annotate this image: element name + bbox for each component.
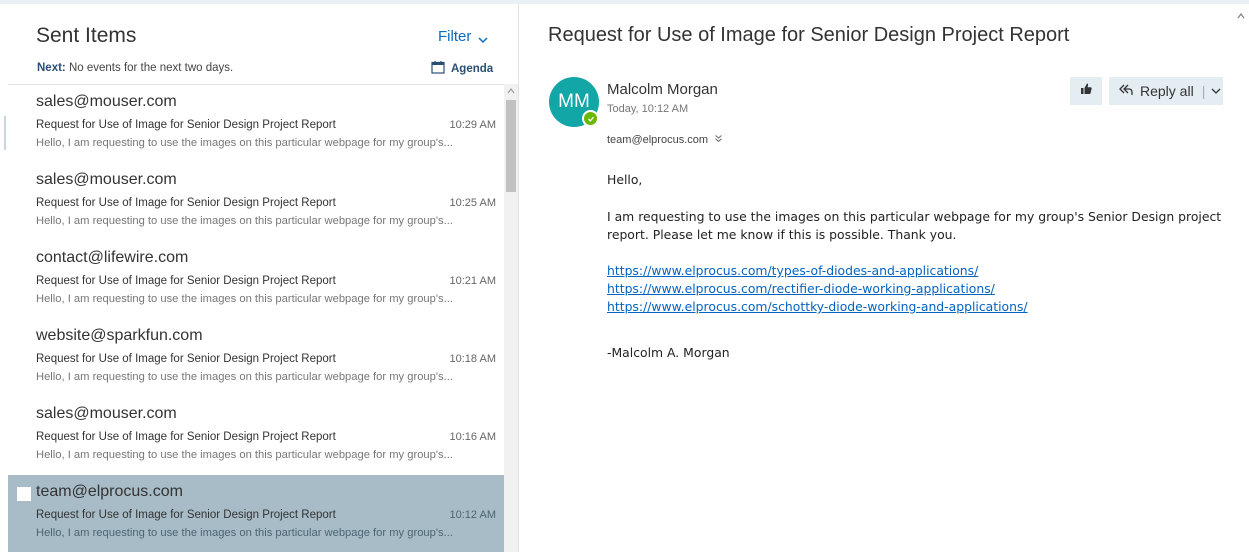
message-time: 10:12 AM (449, 509, 496, 521)
message-sender: website@sparkfun.com (36, 327, 203, 344)
message-signature: -Malcolm A. Morgan (607, 345, 730, 360)
message-sender: contact@lifewire.com (36, 249, 189, 266)
message-subject: Request for Use of Image for Senior Desi… (36, 197, 336, 209)
next-label: Next: (37, 62, 66, 74)
message-list: sales@mouser.com Request for Use of Imag… (8, 84, 504, 553)
scroll-up-icon[interactable] (1237, 6, 1245, 24)
message-link[interactable]: https://www.elprocus.com/schottky-diode-… (607, 298, 1028, 316)
reading-pane-scrollbar[interactable] (1235, 4, 1249, 552)
calendar-icon (431, 60, 451, 77)
message-time: 10:29 AM (449, 119, 496, 131)
message-preview: Hello, I am requesting to use the images… (36, 137, 453, 149)
message-list-item-selected[interactable]: team@elprocus.com Request for Use of Ima… (8, 475, 504, 552)
expand-recipients-icon[interactable] (714, 134, 723, 146)
message-preview: Hello, I am requesting to use the images… (36, 293, 453, 305)
message-preview: Hello, I am requesting to use the images… (36, 449, 453, 461)
message-list-item[interactable]: website@sparkfun.com Request for Use of … (8, 319, 504, 396)
sender-name[interactable]: Malcolm Morgan (607, 81, 718, 98)
filter-button[interactable]: Filter (438, 28, 488, 45)
message-subject: Request for Use of Image for Senior Desi… (36, 119, 336, 131)
reply-all-button[interactable]: Reply all | (1109, 77, 1223, 105)
message-subject: Request for Use of Image for Senior Desi… (36, 275, 336, 287)
message-list-item[interactable]: sales@mouser.com Request for Use of Imag… (8, 85, 504, 162)
message-time: 10:16 AM (449, 431, 496, 443)
reply-all-label: Reply all (1140, 83, 1194, 99)
message-sender: sales@mouser.com (36, 171, 177, 188)
message-sender: team@elprocus.com (36, 483, 183, 500)
scroll-up-icon[interactable] (504, 84, 518, 98)
message-subject: Request for Use of Image for Senior Desi… (36, 353, 336, 365)
message-link[interactable]: https://www.elprocus.com/rectifier-diode… (607, 280, 1028, 298)
like-button[interactable] (1070, 77, 1102, 105)
navigation-collapsed-strip (0, 4, 8, 552)
message-greeting: Hello, (607, 172, 643, 187)
chevron-down-icon (478, 32, 488, 43)
like-icon (1079, 82, 1093, 101)
message-list-header: Sent Items Filter Next: No events for th… (8, 4, 518, 84)
agenda-button[interactable]: Agenda (431, 60, 493, 77)
select-message-checkbox[interactable] (17, 487, 31, 501)
reading-pane: Request for Use of Image for Senior Desi… (519, 4, 1235, 552)
message-time: 10:21 AM (449, 275, 496, 287)
message-subject: Request for Use of Image for Senior Desi… (36, 431, 336, 443)
message-list-item[interactable]: sales@mouser.com Request for Use of Imag… (8, 163, 504, 240)
message-list-item[interactable]: contact@lifewire.com Request for Use of … (8, 241, 504, 318)
scrollbar-thumb[interactable] (506, 100, 516, 192)
recipient-line: team@elprocus.com (607, 134, 723, 146)
filter-label: Filter (438, 28, 472, 45)
message-list-pane: Sent Items Filter Next: No events for th… (8, 4, 519, 552)
reply-all-icon (1118, 83, 1134, 100)
message-time: 10:18 AM (449, 353, 496, 365)
message-paragraph: I am requesting to use the images on thi… (607, 209, 1222, 242)
message-list-item[interactable]: sales@mouser.com Request for Use of Imag… (8, 397, 504, 474)
message-link[interactable]: https://www.elprocus.com/types-of-diodes… (607, 262, 1028, 280)
next-events-text: No events for the next two days. (68, 62, 234, 74)
sent-time: Today, 10:12 AM (607, 103, 689, 115)
message-preview: Hello, I am requesting to use the images… (36, 527, 453, 539)
message-list-scrollbar[interactable] (504, 84, 518, 552)
message-subject: Request for Use of Image for Senior Desi… (36, 509, 336, 521)
next-events-line: Next: No events for the next two days. (37, 62, 233, 74)
presence-available-icon (582, 110, 599, 127)
message-sender: sales@mouser.com (36, 93, 177, 110)
chevron-down-icon[interactable] (1211, 83, 1221, 99)
message-links: https://www.elprocus.com/types-of-diodes… (607, 262, 1028, 316)
message-preview: Hello, I am requesting to use the images… (36, 371, 453, 383)
nav-selection-marker (4, 116, 6, 150)
avatar-initials: MM (558, 91, 590, 112)
recipient-address[interactable]: team@elprocus.com (607, 134, 708, 146)
button-separator: | (1201, 83, 1206, 99)
message-sender: sales@mouser.com (36, 405, 177, 422)
message-subject-title: Request for Use of Image for Senior Desi… (548, 24, 1070, 46)
message-time: 10:25 AM (449, 197, 496, 209)
agenda-label: Agenda (451, 62, 494, 75)
folder-title: Sent Items (36, 24, 137, 47)
message-preview: Hello, I am requesting to use the images… (36, 215, 453, 227)
